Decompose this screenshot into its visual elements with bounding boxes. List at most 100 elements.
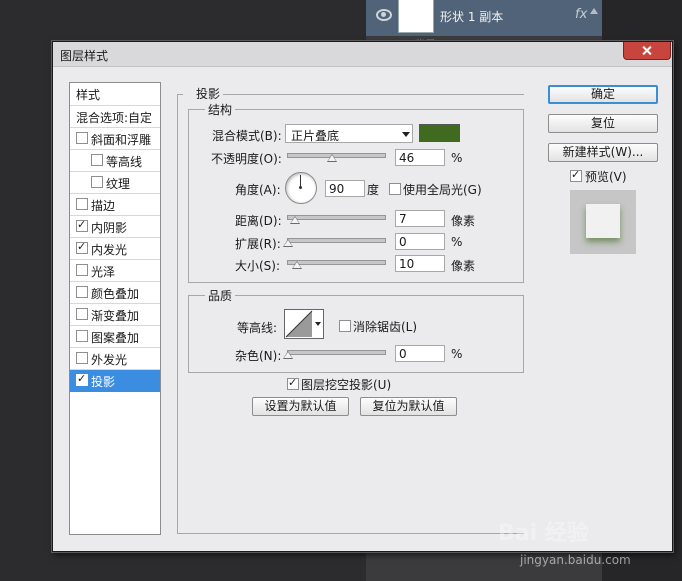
anti-alias-label[interactable]: 消除锯齿(L)	[353, 318, 417, 335]
anti-alias-checkbox[interactable]	[339, 320, 351, 332]
contour-picker[interactable]	[284, 309, 324, 339]
spread-input[interactable]: 0	[395, 233, 445, 250]
distance-input[interactable]: 7	[395, 210, 445, 227]
style-item-label: 混合选项:自定	[76, 111, 153, 125]
preview-checkbox[interactable]	[570, 168, 582, 182]
style-item[interactable]: 外发光	[70, 348, 160, 370]
opacity-input[interactable]: 46	[395, 149, 445, 166]
style-item-checkbox[interactable]	[76, 372, 88, 386]
preview-label[interactable]: 预览(V)	[585, 168, 627, 185]
contour-label: 等高线:	[237, 321, 278, 335]
ok-button[interactable]: 确定	[548, 85, 658, 104]
style-item-label: 纹理	[106, 177, 131, 191]
style-item[interactable]: 斜面和浮雕	[70, 128, 160, 150]
close-button[interactable]	[623, 42, 671, 60]
scroll-up-arrow-icon[interactable]	[590, 8, 598, 14]
global-light-checkbox[interactable]	[389, 183, 401, 195]
quality-title: 品质	[205, 287, 236, 304]
knockout-checkbox[interactable]	[287, 376, 299, 390]
shadow-color-swatch[interactable]	[419, 124, 460, 142]
chevron-down-icon	[402, 132, 410, 137]
spread-label: 扩展(R):	[235, 237, 281, 251]
spread-slider-track[interactable]	[287, 238, 386, 243]
size-unit: 像素	[451, 259, 476, 273]
style-item-label: 图案叠加	[91, 331, 140, 345]
layer-style-dialog: 图层样式 样式 混合选项:自定斜面和浮雕等高线纹理描边内阴影内发光光泽颜色叠加渐…	[52, 41, 673, 552]
global-light-label[interactable]: 使用全局光(G)	[403, 181, 482, 198]
noise-unit: %	[451, 347, 463, 361]
style-item[interactable]: 纹理	[70, 172, 160, 194]
angle-input[interactable]: 90	[325, 180, 365, 197]
style-item[interactable]: 图案叠加	[70, 326, 160, 348]
distance-slider-thumb[interactable]	[290, 216, 300, 224]
opacity-unit: %	[451, 151, 463, 165]
style-item[interactable]: 颜色叠加	[70, 282, 160, 304]
style-item-checkbox[interactable]	[76, 264, 88, 276]
section-line-right	[223, 94, 524, 95]
styles-list-header[interactable]: 样式	[70, 83, 160, 106]
style-item[interactable]: 投影	[70, 370, 160, 392]
layer-name[interactable]: 形状 1 副本	[440, 8, 503, 25]
style-item[interactable]: 等高线	[70, 150, 160, 172]
watermark-url: jingyan.baidu.com	[520, 553, 631, 567]
make-default-button[interactable]: 设置为默认值	[252, 397, 349, 416]
reset-default-button[interactable]: 复位为默认值	[360, 397, 457, 416]
blend-mode-value: 正片叠底	[291, 129, 340, 143]
angle-unit: 度	[367, 183, 380, 197]
angle-label: 角度(A):	[235, 183, 281, 197]
style-item-checkbox[interactable]	[76, 308, 88, 320]
preview-shape	[586, 204, 620, 238]
fx-icon[interactable]: fx	[575, 7, 587, 22]
style-item-checkbox[interactable]	[76, 330, 88, 342]
reset-button[interactable]: 复位	[548, 114, 658, 133]
styles-list: 样式 混合选项:自定斜面和浮雕等高线纹理描边内阴影内发光光泽颜色叠加渐变叠加图案…	[69, 82, 161, 535]
noise-slider-track[interactable]	[287, 350, 386, 355]
style-item[interactable]: 渐变叠加	[70, 304, 160, 326]
size-slider-thumb[interactable]	[292, 261, 302, 269]
style-item[interactable]: 描边	[70, 194, 160, 216]
eye-icon[interactable]	[376, 9, 392, 21]
style-item-checkbox[interactable]	[91, 154, 103, 166]
style-item[interactable]: 混合选项:自定	[70, 106, 160, 128]
style-item-label: 描边	[91, 199, 116, 213]
style-item[interactable]: 内阴影	[70, 216, 160, 238]
chevron-down-icon	[315, 322, 321, 326]
style-item-checkbox[interactable]	[76, 218, 88, 232]
style-item-label: 内阴影	[91, 221, 128, 235]
style-item-checkbox[interactable]	[76, 240, 88, 254]
noise-slider-thumb[interactable]	[283, 351, 293, 359]
style-item-label: 外发光	[91, 353, 128, 367]
style-item-checkbox[interactable]	[76, 352, 88, 364]
new-style-button[interactable]: 新建样式(W)...	[548, 143, 658, 162]
distance-slider-track[interactable]	[287, 215, 386, 220]
noise-label: 杂色(N):	[235, 349, 282, 363]
blend-mode-label: 混合模式(B):	[212, 129, 282, 143]
dialog-title-bar[interactable]: 图层样式	[53, 42, 672, 67]
style-item[interactable]: 光泽	[70, 260, 160, 282]
spread-slider-thumb[interactable]	[283, 239, 293, 247]
style-item-checkbox[interactable]	[76, 198, 88, 210]
style-item-label: 等高线	[106, 155, 143, 169]
knockout-label[interactable]: 图层挖空投影(U)	[301, 376, 391, 393]
opacity-slider-thumb[interactable]	[326, 154, 337, 162]
spread-unit: %	[451, 235, 463, 249]
style-item-checkbox[interactable]	[76, 132, 88, 144]
style-item-label: 投影	[91, 375, 116, 389]
style-item-label: 颜色叠加	[91, 287, 140, 301]
structure-title: 结构	[205, 101, 236, 118]
opacity-label: 不透明度(O):	[211, 152, 282, 166]
watermark-logo: Bai 经验	[498, 521, 589, 546]
style-item-label: 光泽	[91, 265, 116, 279]
preview-swatch	[570, 190, 636, 254]
style-item-label: 渐变叠加	[91, 309, 140, 323]
styles-header-label: 样式	[76, 88, 101, 102]
size-input[interactable]: 10	[395, 255, 445, 272]
angle-dial-center	[299, 186, 302, 189]
noise-input[interactable]: 0	[395, 345, 445, 362]
size-label: 大小(S):	[235, 259, 281, 273]
style-item-checkbox[interactable]	[91, 176, 103, 188]
angle-dial[interactable]	[285, 172, 317, 204]
style-item[interactable]: 内发光	[70, 238, 160, 260]
blend-mode-select[interactable]: 正片叠底	[285, 124, 413, 143]
style-item-checkbox[interactable]	[76, 286, 88, 298]
